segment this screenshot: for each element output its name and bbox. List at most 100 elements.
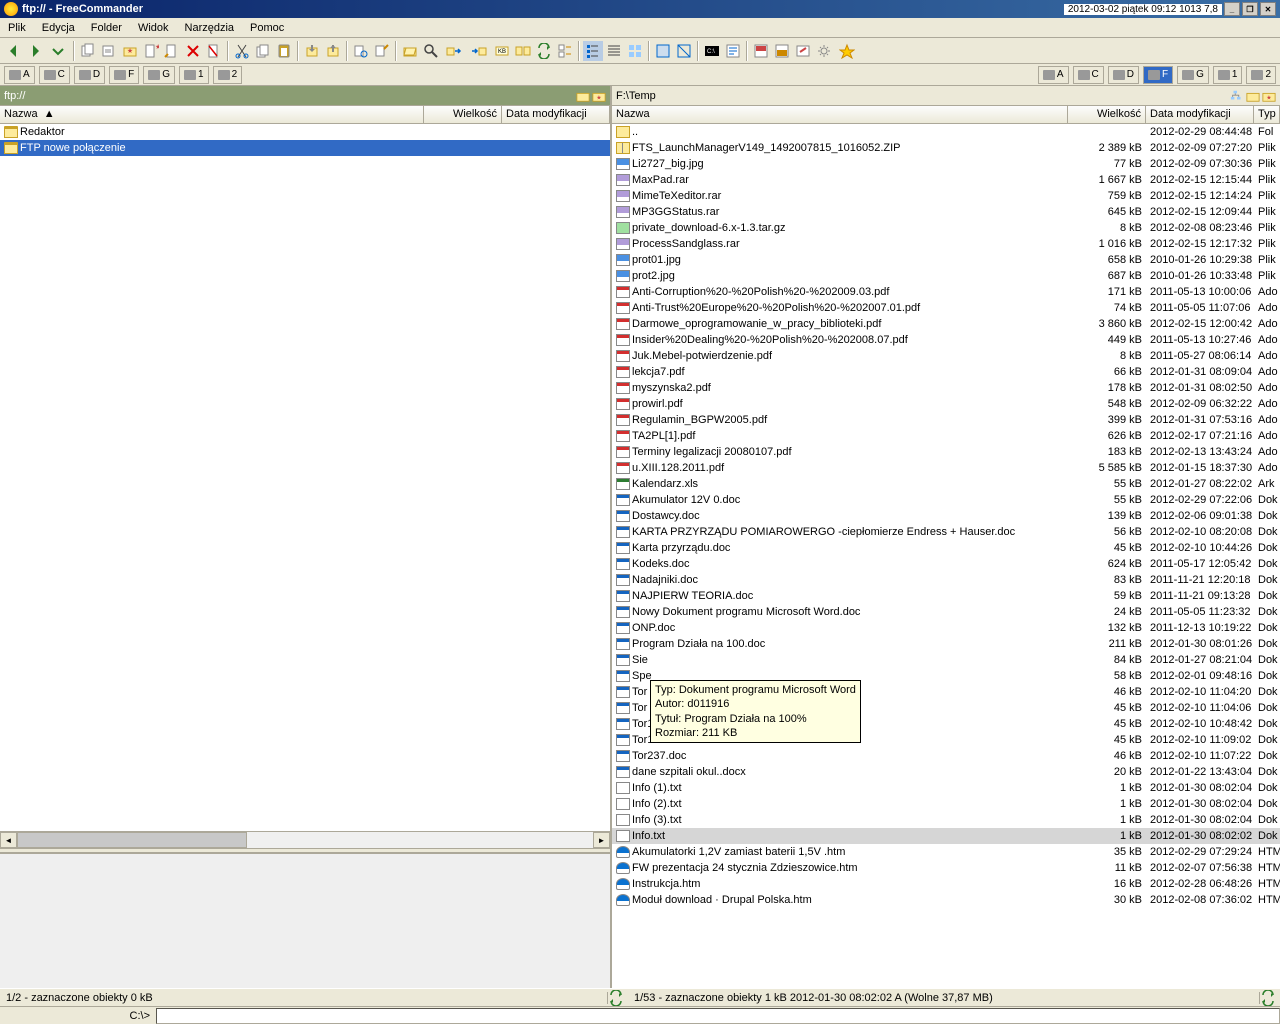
details-button[interactable] [604, 41, 624, 61]
list-item[interactable]: ..2012-02-29 08:44:48Fol [612, 124, 1280, 140]
refresh-right-icon[interactable] [1260, 990, 1276, 1006]
menu-folder[interactable]: Folder [83, 20, 130, 36]
select-all-button[interactable] [653, 41, 673, 61]
open-button[interactable] [400, 41, 420, 61]
col-date[interactable]: Data modyfikacji [1146, 106, 1254, 123]
dos-button[interactable]: C:\ [702, 41, 722, 61]
folder-icon[interactable] [1246, 89, 1260, 103]
right-pathbar[interactable]: F:\Temp ★ [612, 86, 1280, 106]
list-item[interactable]: Kodeks.doc624 kB2011-05-17 12:05:42Dok [612, 556, 1280, 572]
list-item[interactable]: FTP nowe połączenie [0, 140, 610, 156]
menu-widok[interactable]: Widok [130, 20, 177, 36]
split-button[interactable] [772, 41, 792, 61]
col-name[interactable]: Nazwa ▲ [0, 106, 424, 123]
list-item[interactable]: Karta przyrządu.doc45 kB2012-02-10 10:44… [612, 540, 1280, 556]
list-item[interactable]: Tor237.doc46 kB2012-02-10 11:07:22Dok [612, 748, 1280, 764]
list-item[interactable]: prot2.jpg687 kB2010-01-26 10:33:48Plik [612, 268, 1280, 284]
col-date[interactable]: Data modyfikacji [502, 106, 610, 123]
list-item[interactable]: Kalendarz.xls55 kB2012-01-27 08:22:02Ark [612, 476, 1280, 492]
copy-path-button[interactable] [99, 41, 119, 61]
drive-f[interactable]: F [109, 66, 139, 84]
search-button[interactable] [421, 41, 441, 61]
folder-icon[interactable] [576, 89, 590, 103]
cmd-input[interactable] [156, 1008, 1280, 1024]
list-item[interactable]: u.XIII.128.2011.pdf5 585 kB2012-01-15 18… [612, 460, 1280, 476]
list-item[interactable]: Anti-Corruption%20-%20Polish%20-%202009.… [612, 284, 1280, 300]
list-item[interactable]: Anti-Trust%20Europe%20-%20Polish%20-%202… [612, 300, 1280, 316]
invert-button[interactable] [674, 41, 694, 61]
list-item[interactable]: KARTA PRZYRZĄDU POMIAROWERGO -ciepłomier… [612, 524, 1280, 540]
thumbs-button[interactable] [625, 41, 645, 61]
multi-rename-button[interactable] [555, 41, 575, 61]
wipe-button[interactable] [204, 41, 224, 61]
favorite-icon[interactable]: ★ [1262, 89, 1276, 103]
drive-d[interactable]: D [1108, 66, 1139, 84]
list-item[interactable]: NAJPIERW TEORIA.doc59 kB2011-11-21 09:13… [612, 588, 1280, 604]
menu-pomoc[interactable]: Pomoc [242, 20, 292, 36]
edit-button[interactable] [372, 41, 392, 61]
scroll-thumb[interactable] [17, 832, 247, 848]
list-item[interactable]: Nowy Dokument programu Microsoft Word.do… [612, 604, 1280, 620]
list-item[interactable]: Redaktor [0, 124, 610, 140]
list-item[interactable]: Akumulatorki 1,2V zamiast baterii 1,5V .… [612, 844, 1280, 860]
forward-button[interactable] [25, 41, 45, 61]
col-size[interactable]: Wielkość [1068, 106, 1146, 123]
list-item[interactable]: Darmowe_oprogramowanie_w_pracy_bibliotek… [612, 316, 1280, 332]
list-item[interactable]: Juk.Mebel-potwierdzenie.pdf8 kB2011-05-2… [612, 348, 1280, 364]
col-size[interactable]: Wielkość [424, 106, 502, 123]
list-item[interactable]: myszynska2.pdf178 kB2012-01-31 08:02:50A… [612, 380, 1280, 396]
list-item[interactable]: private_download-6.x-1.3.tar.gz8 kB2012-… [612, 220, 1280, 236]
left-pathbar[interactable]: ftp:// ★ [0, 86, 610, 106]
settings-button[interactable] [814, 41, 834, 61]
drive-n2[interactable]: 2 [1246, 66, 1276, 84]
list-item[interactable]: ProcessSandglass.rar1 016 kB2012-02-15 1… [612, 236, 1280, 252]
tree-icon[interactable] [1230, 89, 1244, 103]
list-item[interactable]: Info.txt1 kB2012-01-30 08:02:02Dok [612, 828, 1280, 844]
new-folder-button[interactable]: ★ [120, 41, 140, 61]
list-item[interactable]: MaxPad.rar1 667 kB2012-02-15 12:15:44Pli… [612, 172, 1280, 188]
list-item[interactable]: FTS_LaunchManagerV149_1492007815_1016052… [612, 140, 1280, 156]
drive-d[interactable]: D [74, 66, 105, 84]
ftp-button[interactable] [793, 41, 813, 61]
view-button[interactable] [351, 41, 371, 61]
drive-c[interactable]: C [39, 66, 70, 84]
cut-button[interactable] [232, 41, 252, 61]
drive-a[interactable]: A [4, 66, 35, 84]
list-item[interactable]: prot01.jpg658 kB2010-01-26 10:29:38Plik [612, 252, 1280, 268]
menu-edycja[interactable]: Edycja [34, 20, 83, 36]
left-scrollbar-x[interactable]: ◄ ► [0, 831, 610, 848]
sync-button[interactable] [534, 41, 554, 61]
tree-button[interactable] [583, 41, 603, 61]
list-item[interactable]: Instrukcja.htm16 kB2012-02-28 06:48:26HT… [612, 876, 1280, 892]
drive-g[interactable]: G [143, 66, 175, 84]
back-button[interactable] [4, 41, 24, 61]
col-type[interactable]: Typ [1254, 106, 1280, 123]
menu-narzędzia[interactable]: Narzędzia [177, 20, 243, 36]
list-item[interactable]: FW prezentacja 24 stycznia Zdzieszowice.… [612, 860, 1280, 876]
list-item[interactable]: Akumulator 12V 0.doc55 kB2012-02-29 07:2… [612, 492, 1280, 508]
history-button[interactable] [46, 41, 70, 61]
favorite-icon[interactable]: ★ [592, 89, 606, 103]
restore-button[interactable]: ❐ [1242, 2, 1258, 16]
list-item[interactable]: MP3GGStatus.rar645 kB2012-02-15 12:09:44… [612, 204, 1280, 220]
list-item[interactable]: Info (3).txt1 kB2012-01-30 08:02:04Dok [612, 812, 1280, 828]
list-item[interactable]: Program Działa na 100.doc211 kB2012-01-3… [612, 636, 1280, 652]
list-item[interactable]: Moduł download · Drupal Polska.htm30 kB2… [612, 892, 1280, 908]
list-item[interactable]: TA2PL[1].pdf626 kB2012-02-17 07:21:16Ado [612, 428, 1280, 444]
list-item[interactable]: Sie84 kB2012-01-27 08:21:04Dok [612, 652, 1280, 668]
scroll-right-button[interactable]: ► [593, 832, 610, 848]
paste-button[interactable] [274, 41, 294, 61]
copy-button[interactable] [253, 41, 273, 61]
list-item[interactable]: MimeTeXeditor.rar759 kB2012-02-15 12:14:… [612, 188, 1280, 204]
list-item[interactable]: lekcja7.pdf66 kB2012-01-31 08:09:04Ado [612, 364, 1280, 380]
delete-button[interactable] [183, 41, 203, 61]
scroll-left-button[interactable]: ◄ [0, 832, 17, 848]
drive-c[interactable]: C [1073, 66, 1104, 84]
refresh-left-icon[interactable] [608, 990, 624, 1006]
favorites-button[interactable] [835, 41, 859, 61]
list-item[interactable]: Insider%20Dealing%20-%20Polish%20-%20200… [612, 332, 1280, 348]
list-item[interactable]: Regulamin_BGPW2005.pdf399 kB2012-01-31 0… [612, 412, 1280, 428]
drive-a[interactable]: A [1038, 66, 1069, 84]
col-name[interactable]: Nazwa [612, 106, 1068, 123]
list-item[interactable]: Terminy legalizacji 20080107.pdf183 kB20… [612, 444, 1280, 460]
